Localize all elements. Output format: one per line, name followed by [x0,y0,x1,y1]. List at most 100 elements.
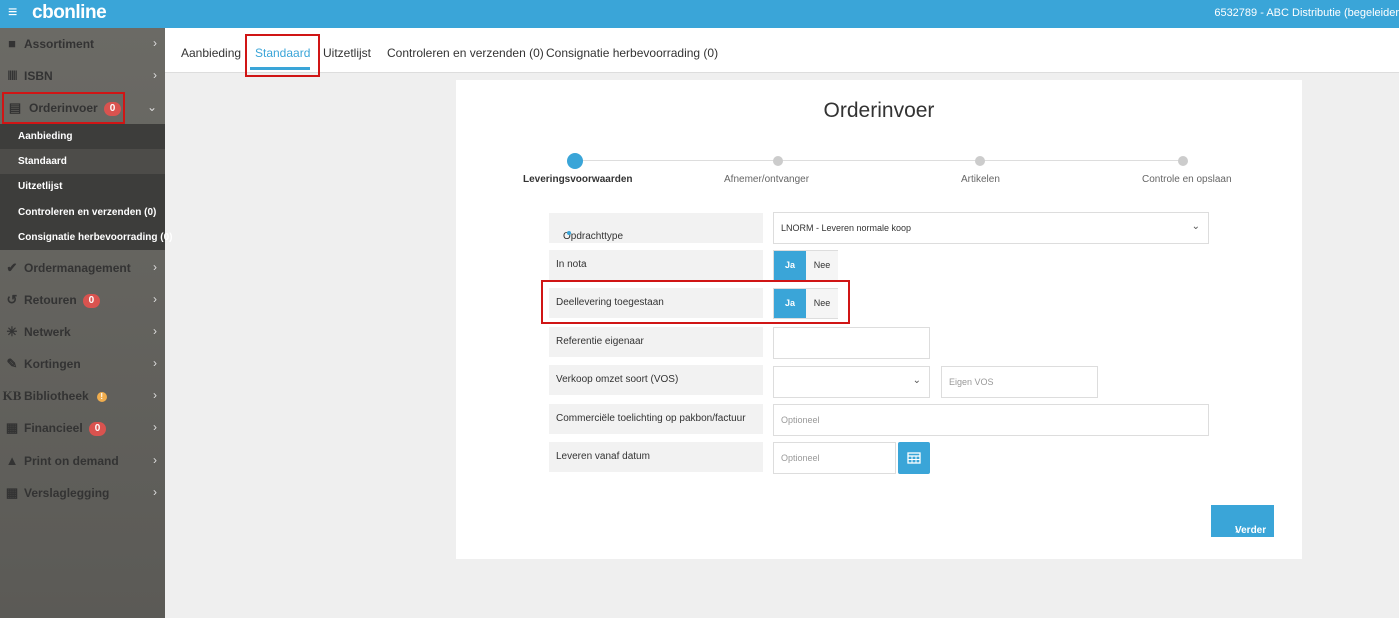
in-nota-ja-button[interactable]: Ja [774,251,806,280]
logo-part-cb: cb [32,2,54,23]
sidebar-item-text: Retouren [24,293,77,307]
return-box-icon: ↺ [6,292,18,307]
sidebar-item-financieel[interactable]: ▦ Financieel 0 › [0,412,165,444]
sidebar-item-label: Netwerk [24,325,71,339]
sidebar-item-text: Bibliotheek [24,389,89,403]
calculator-icon: ▦ [5,420,19,435]
print-icon: ▲ [5,453,19,468]
chevron-down-icon: ⌄ [912,375,921,386]
label-in-nota: In nota [549,250,763,280]
sidebar-item-label: Print on demand [24,454,119,468]
submenu-item-label: Consignatie herbevoorrading (0) [18,232,173,243]
chevron-right-icon: › [153,485,157,499]
submenu-item-label: Aanbieding [18,131,73,142]
logo[interactable]: cbonline [32,2,107,24]
sidebar-item-orderinvoer[interactable]: ▤ Orderinvoer 0 ⌄ [0,92,165,124]
hamburger-menu-icon[interactable]: ≡ [8,5,17,21]
count-badge: 0 [103,102,122,116]
label-text: In nota [556,259,587,270]
sidebar-item-label: Orderinvoer 0 [29,101,122,116]
leveren-datum-placeholder: Optioneel [781,453,820,463]
opdrachttype-select[interactable]: LNORM - Leveren normale koop ⌄ [773,212,1209,244]
sidebar-item-text: Orderinvoer [29,101,98,115]
label-text: Deellevering toegestaan [556,297,664,308]
clipboard-icon: ▤ [8,100,22,115]
sidebar-item-label: Ordermanagement [24,261,131,275]
tab-uitzetlijst[interactable]: Uitzetlijst [323,46,371,60]
stepper-line [576,160,1184,161]
handshake-icon: ✎ [6,356,18,371]
sidebar-item-print-on-demand[interactable]: ▲ Print on demand › [0,445,165,477]
submenu-item-uitzetlijst[interactable]: Uitzetlijst [0,174,165,199]
commercieel-input[interactable]: Optioneel [773,404,1209,436]
tab-consignatie[interactable]: Consignatie herbevoorrading (0) [546,46,718,60]
in-nota-nee-button[interactable]: Nee [806,251,838,280]
label-opdrachttype-text: Opdrachttype [563,231,624,242]
chevron-right-icon: › [1235,525,1239,536]
check-circle-icon: ✔ [6,260,18,275]
submenu-item-consignatie[interactable]: Consignatie herbevoorrading (0) [0,225,172,250]
sidebar-item-assortiment[interactable]: ■ Assortiment › [0,28,165,60]
sidebar-item-bibliotheek[interactable]: KB Bibliotheek! › [0,380,165,412]
opdrachttype-value: LNORM - Leveren normale koop [781,223,912,233]
calendar-button[interactable] [898,442,930,474]
report-icon: ▦ [5,485,19,500]
tab-aanbieding[interactable]: Aanbieding [181,46,241,60]
info-icon: ! [96,392,107,402]
submenu-item-standaard[interactable]: Standaard [0,149,165,174]
label-text: Verkoop omzet soort (VOS) [556,374,679,385]
tab-controleren[interactable]: Controleren en verzenden (0) [387,46,544,60]
chevron-right-icon: › [153,324,157,338]
page-title: Orderinvoer [823,99,935,122]
chevron-down-icon: ⌄ [146,100,157,114]
barcode-icon: ||||| [7,70,18,81]
sidebar-item-ordermanagement[interactable]: ✔ Ordermanagement › [0,252,165,284]
commercieel-placeholder: Optioneel [781,415,820,425]
sidebar-item-netwerk[interactable]: ✳ Netwerk › [0,316,165,348]
step-label-afnemer: Afnemer/ontvanger [724,174,810,185]
eigen-vos-placeholder: Eigen VOS [949,377,994,387]
chevron-right-icon: › [153,453,157,467]
label-leveren-vanaf: Leveren vanaf datum [549,442,763,472]
submenu-item-label: Standaard [18,156,67,167]
eigen-vos-input[interactable]: Eigen VOS [941,366,1098,398]
step-dot [773,156,783,166]
referentie-input[interactable] [773,327,930,359]
tab-standaard[interactable]: Standaard [255,46,310,60]
chevron-right-icon: › [153,36,157,50]
count-badge: 0 [88,422,107,436]
sidebar-item-retouren[interactable]: ↺ Retouren 0 › [0,284,165,316]
step-label-controle: Controle en opslaan [1142,174,1232,185]
sidebar-item-label: Verslaglegging [24,486,110,500]
step-dot [1178,156,1188,166]
sidebar-item-label: Assortiment [24,37,95,51]
logo-part-online: online [53,2,107,23]
chevron-right-icon: › [153,420,157,434]
vos-select[interactable]: ⌄ [773,366,930,398]
account-label[interactable]: 6532789 - ABC Distributie (begeleider [1214,7,1399,19]
sidebar-item-isbn[interactable]: ||||| ISBN › [0,60,165,92]
leveren-datum-input[interactable]: Optioneel [773,442,896,474]
verder-button[interactable]: Verder › [1211,505,1274,537]
count-badge: 0 [82,294,101,308]
step-label-leveringsvoorwaarden: Leveringsvoorwaarden [523,174,633,185]
submenu-item-controleren[interactable]: Controleren en verzenden (0) [0,200,165,225]
sidebar-item-kortingen[interactable]: ✎ Kortingen › [0,348,165,380]
sidebar-item-label: Bibliotheek! [24,389,107,403]
submenu-item-label: Controleren en verzenden (0) [18,207,157,218]
chevron-down-icon: ⌄ [1191,221,1200,232]
sidebar-item-verslaglegging[interactable]: ▦ Verslaglegging › [0,477,165,509]
chevron-right-icon: › [153,292,157,306]
label-referentie: Referentie eigenaar [549,327,763,357]
top-bar: ≡ cbonline 6532789 - ABC Distributie (be… [0,0,1399,28]
label-commercieel: Commerciële toelichting op pakbon/factuu… [549,404,763,434]
deellevering-ja-button[interactable]: Ja [774,289,806,318]
required-dot-icon [567,231,571,235]
submenu-item-aanbieding[interactable]: Aanbieding [0,124,165,149]
deellevering-nee-button[interactable]: Nee [806,289,838,318]
label-text: Referentie eigenaar [556,336,644,347]
chevron-right-icon: › [153,260,157,274]
label-opdrachttype: Opdrachttype [549,213,763,243]
sidebar-item-label: Financieel 0 [24,421,107,436]
label-text: Leveren vanaf datum [556,451,650,462]
